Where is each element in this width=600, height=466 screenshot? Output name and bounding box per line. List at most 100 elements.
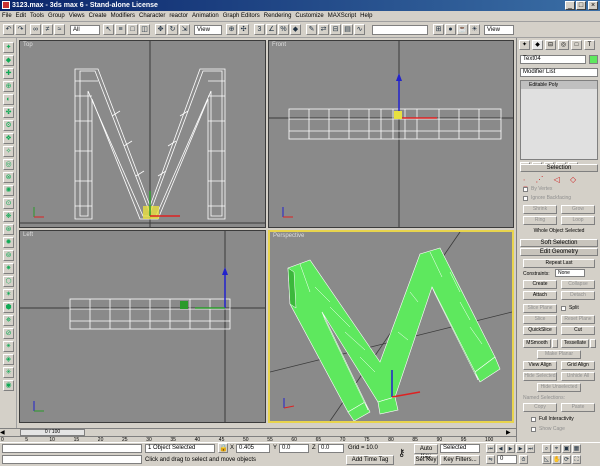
select-scale-icon[interactable]: ⇲	[179, 24, 190, 35]
menu-item[interactable]: File	[0, 11, 14, 22]
key-mode-dropdown[interactable]: Selected	[440, 444, 480, 453]
zoom-all-icon[interactable]: ⌖	[552, 444, 561, 453]
play-icon[interactable]: ▶	[506, 444, 515, 453]
msmooth-button[interactable]: MSmooth	[523, 339, 551, 348]
menu-item[interactable]: Graph Editors	[221, 11, 262, 22]
tool-icon-17[interactable]: ⊚	[3, 250, 14, 261]
create-tab-icon[interactable]: ✦	[519, 40, 530, 50]
select-by-name-icon[interactable]: ≡	[115, 24, 126, 35]
rollout-edit-geometry[interactable]: Edit Geometry	[520, 248, 598, 256]
x-coord-field[interactable]: 0.405	[236, 444, 270, 453]
tool-icon-11[interactable]: ⊗	[3, 172, 14, 183]
minimize-button[interactable]: _	[565, 1, 575, 10]
close-button[interactable]: ×	[588, 1, 598, 10]
undo-icon[interactable]: ↶	[3, 24, 14, 35]
tool-icon-22[interactable]: ✵	[3, 315, 14, 326]
menu-item[interactable]: Help	[358, 11, 374, 22]
goto-end-icon[interactable]: ⏭	[526, 444, 535, 453]
grid-align-button[interactable]: Grid Align	[561, 361, 595, 370]
quickslice-button[interactable]: QuickSlice	[523, 326, 557, 335]
tool-icon-12[interactable]: ✺	[3, 185, 14, 196]
tool-icon-14[interactable]: ❋	[3, 211, 14, 222]
maxscript-listener[interactable]	[2, 444, 142, 453]
tool-icon-19[interactable]: ⬡	[3, 276, 14, 287]
make-planar-button[interactable]: Make Planar	[537, 350, 581, 359]
lock-selection-icon[interactable]: 🔒	[218, 443, 228, 453]
select-manipulate-icon[interactable]: ✣	[238, 24, 249, 35]
viewport-top[interactable]: Top	[19, 40, 266, 228]
detach-button[interactable]: Detach	[561, 291, 595, 300]
select-rotate-icon[interactable]: ↻	[167, 24, 178, 35]
rollout-selection[interactable]: Selection	[520, 164, 598, 172]
rect-region-icon[interactable]: □	[127, 24, 138, 35]
create-button[interactable]: Create	[523, 280, 557, 289]
tessellate-button[interactable]: Tessellate	[561, 339, 589, 348]
ref-coord-dropdown[interactable]: View	[194, 25, 222, 35]
auto-key-button[interactable]: Auto Key	[414, 444, 438, 460]
align-icon[interactable]: ⊟	[330, 24, 341, 35]
copy-button[interactable]: Copy	[523, 403, 557, 412]
modify-tab-icon[interactable]: ◆	[532, 40, 543, 50]
time-slider[interactable]: 0 / 100	[20, 429, 85, 436]
tool-icon-9[interactable]: ✧	[3, 146, 14, 157]
hierarchy-tab-icon[interactable]: ⊟	[545, 40, 556, 50]
menu-item[interactable]: Character	[137, 11, 167, 22]
full-interactivity-checkbox[interactable]	[531, 417, 536, 422]
render-scene-icon[interactable]: ☕	[457, 24, 468, 35]
ignore-backfacing-checkbox[interactable]	[523, 196, 528, 201]
tool-icon-24[interactable]: ✴	[3, 341, 14, 352]
menu-item[interactable]: Rendering	[262, 11, 294, 22]
modifier-list-dropdown[interactable]: Modifier List	[520, 68, 598, 77]
paste-button[interactable]: Paste	[561, 403, 595, 412]
angle-snap-icon[interactable]: ∠	[266, 24, 277, 35]
named-selection-sets-dropdown[interactable]	[372, 25, 428, 35]
set-key-button[interactable]: Set Key	[414, 455, 438, 465]
snap-toggle-icon[interactable]: 3	[254, 24, 265, 35]
timeline-prev-icon[interactable]: ◀	[0, 429, 8, 436]
zoom-extents-all-icon[interactable]: ▦	[572, 444, 581, 453]
menu-item[interactable]: Edit	[14, 11, 28, 22]
slice-button[interactable]: Slice	[523, 315, 557, 324]
tool-icon-4[interactable]: ⊕	[3, 81, 14, 92]
tool-icon-10[interactable]: ◎	[3, 159, 14, 170]
y-coord-field[interactable]: 0.0	[279, 444, 309, 453]
menu-item[interactable]: Create	[87, 11, 109, 22]
viewport-left[interactable]: Left	[19, 230, 266, 423]
shrink-button[interactable]: Shrink	[523, 205, 557, 214]
tool-icon-26[interactable]: ✳	[3, 367, 14, 378]
msmooth-settings-button[interactable]	[552, 339, 558, 348]
by-vertex-checkbox[interactable]	[523, 187, 528, 192]
grow-button[interactable]: Grow	[561, 205, 595, 214]
tool-icon-16[interactable]: ✹	[3, 237, 14, 248]
tool-icon-23[interactable]: ⊘	[3, 328, 14, 339]
quick-render-icon[interactable]: ☀	[469, 24, 480, 35]
current-frame-field[interactable]: 0	[497, 455, 517, 464]
menu-item[interactable]: Tools	[28, 11, 46, 22]
tool-icon-18[interactable]: ✷	[3, 263, 14, 274]
add-time-tag-button[interactable]: Add Time Tag	[346, 455, 394, 465]
schematic-view-icon[interactable]: ⊞	[433, 24, 444, 35]
timeline-next-icon[interactable]: ▶	[506, 429, 514, 436]
collapse-button[interactable]: Collapse	[561, 280, 595, 289]
next-frame-icon[interactable]: ▶	[516, 444, 525, 453]
reset-plane-button[interactable]: Reset Plane	[561, 315, 595, 324]
menu-item[interactable]: Group	[46, 11, 67, 22]
tool-icon-6[interactable]: ✤	[3, 107, 14, 118]
select-move-icon[interactable]: ✥	[155, 24, 166, 35]
repeat-last-button[interactable]: Repeat Last	[523, 259, 595, 268]
link-icon[interactable]: ∞	[30, 24, 41, 35]
slice-plane-button[interactable]: Slice Plane	[523, 304, 557, 313]
tool-icon-7[interactable]: ⚙	[3, 120, 14, 131]
selection-filter-dropdown[interactable]: All	[70, 25, 100, 35]
menu-item[interactable]: Animation	[190, 11, 221, 22]
layer-manager-icon[interactable]: ▤	[342, 24, 353, 35]
loop-button[interactable]: Loop	[561, 216, 595, 225]
percent-snap-icon[interactable]: %	[278, 24, 289, 35]
tool-icon-20[interactable]: ✶	[3, 289, 14, 300]
object-name-field[interactable]: Text04	[520, 55, 586, 64]
view-align-button[interactable]: View Align	[523, 361, 557, 370]
maximize-viewport-icon[interactable]: ⛶	[572, 455, 581, 464]
key-filters-button[interactable]: Key Filters...	[440, 455, 480, 465]
unlink-icon[interactable]: ≠	[42, 24, 53, 35]
motion-tab-icon[interactable]: ◎	[558, 40, 569, 50]
